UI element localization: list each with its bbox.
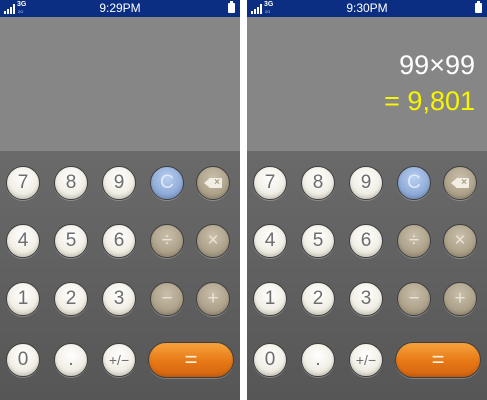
plus-button[interactable]: + <box>443 282 477 316</box>
sign-toggle-button[interactable]: +/− <box>349 343 383 377</box>
key-0[interactable]: 0 <box>253 343 287 377</box>
key-4[interactable]: 4 <box>253 224 287 258</box>
key-4[interactable]: 4 <box>6 224 40 258</box>
key-7[interactable]: 7 <box>253 166 287 200</box>
decimal-point-button[interactable]: . <box>301 343 335 377</box>
decimal-point-button[interactable]: . <box>54 343 88 377</box>
expression-text: 99×99 <box>399 50 475 80</box>
status-time: 9:29PM <box>99 1 141 15</box>
minus-button[interactable]: − <box>150 282 184 316</box>
result-text: = 9,801 <box>384 86 475 116</box>
key-8[interactable]: 8 <box>54 166 88 200</box>
key-5[interactable]: 5 <box>54 224 88 258</box>
screenshot-pair: 3G 2G 9:29PM 7 8 9 C × 4 5 6 ÷ × 1 2 3 −… <box>0 0 487 400</box>
key-3[interactable]: 3 <box>102 282 136 316</box>
battery-icon <box>228 1 235 13</box>
key-0[interactable]: 0 <box>6 343 40 377</box>
key-8[interactable]: 8 <box>301 166 335 200</box>
key-6[interactable]: 6 <box>102 224 136 258</box>
backspace-button[interactable]: × <box>443 166 477 200</box>
key-3[interactable]: 3 <box>349 282 383 316</box>
sign-toggle-button[interactable]: +/− <box>102 343 136 377</box>
clear-button[interactable]: C <box>150 166 184 200</box>
status-time: 9:30PM <box>346 1 388 15</box>
multiply-button[interactable]: × <box>196 224 230 258</box>
status-bar: 3G 2G 9:30PM <box>247 0 487 17</box>
multiply-button[interactable]: × <box>443 224 477 258</box>
battery-icon <box>475 1 482 13</box>
key-2[interactable]: 2 <box>301 282 335 316</box>
calculator-display: 99×99 = 9,801 <box>247 17 487 151</box>
backspace-icon: × <box>451 177 469 188</box>
key-2[interactable]: 2 <box>54 282 88 316</box>
minus-button[interactable]: − <box>397 282 431 316</box>
divide-button[interactable]: ÷ <box>397 224 431 258</box>
calculator-screen-before: 3G 2G 9:29PM 7 8 9 C × 4 5 6 ÷ × 1 2 3 −… <box>0 0 240 400</box>
calculator-screen-after: 3G 2G 9:30PM 99×99 = 9,801 7 8 9 C × 4 5… <box>247 0 487 400</box>
key-6[interactable]: 6 <box>349 224 383 258</box>
plus-button[interactable]: + <box>196 282 230 316</box>
key-9[interactable]: 9 <box>349 166 383 200</box>
key-9[interactable]: 9 <box>102 166 136 200</box>
keypad: 7 8 9 C × 4 5 6 ÷ × 1 2 3 − + 0 . +/− = <box>247 151 487 400</box>
backspace-button[interactable]: × <box>196 166 230 200</box>
equals-button[interactable]: = <box>395 342 481 378</box>
equals-button[interactable]: = <box>148 342 234 378</box>
keypad: 7 8 9 C × 4 5 6 ÷ × 1 2 3 − + 0 . +/− = <box>0 151 240 400</box>
key-1[interactable]: 1 <box>6 282 40 316</box>
backspace-icon: × <box>204 177 222 188</box>
key-5[interactable]: 5 <box>301 224 335 258</box>
status-bar: 3G 2G 9:29PM <box>0 0 240 17</box>
calculator-display <box>0 17 240 151</box>
key-1[interactable]: 1 <box>253 282 287 316</box>
divide-button[interactable]: ÷ <box>150 224 184 258</box>
clear-button[interactable]: C <box>397 166 431 200</box>
key-7[interactable]: 7 <box>6 166 40 200</box>
